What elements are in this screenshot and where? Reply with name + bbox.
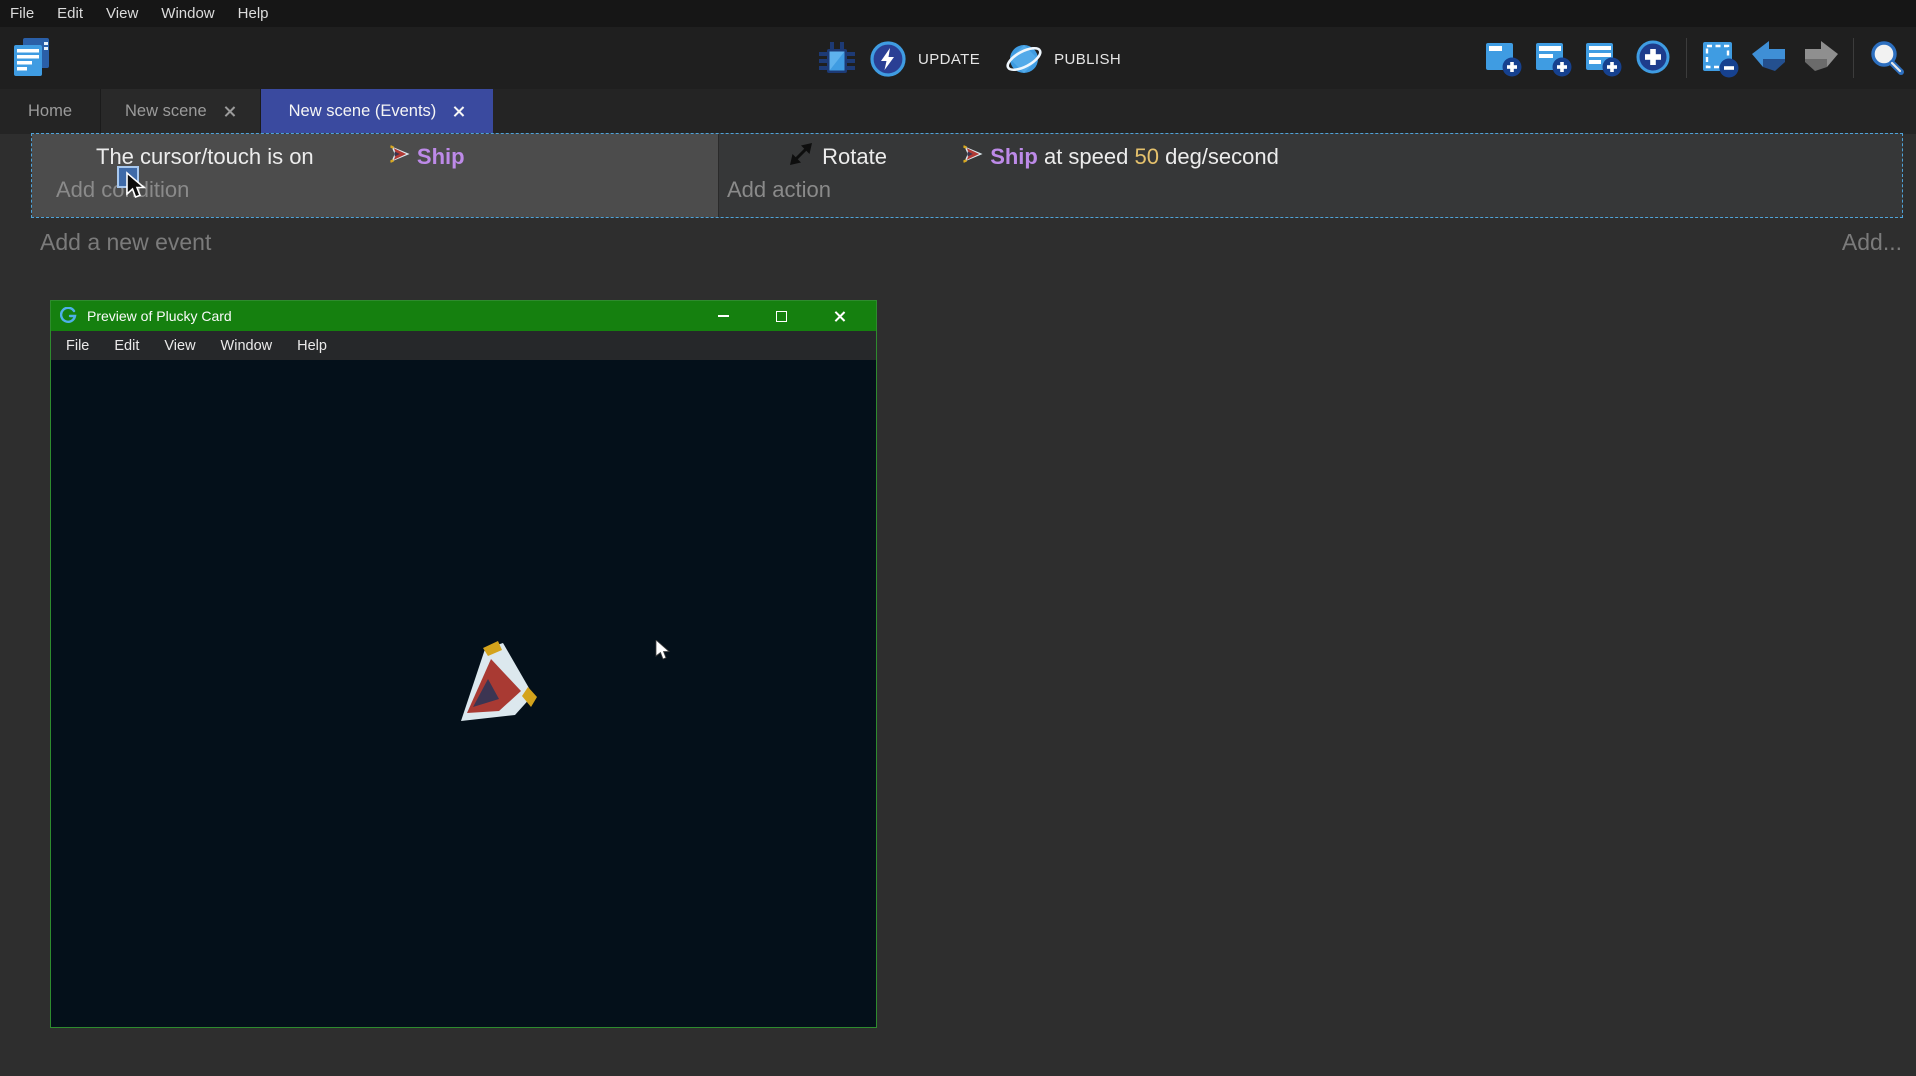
undo-icon bbox=[1749, 37, 1791, 79]
gdevelop-logo-icon bbox=[60, 307, 78, 325]
remove-selection-icon bbox=[1699, 37, 1741, 79]
game-canvas[interactable] bbox=[51, 360, 876, 1027]
add-circle-button[interactable] bbox=[1632, 37, 1674, 79]
add-new-event-button[interactable]: Add a new event bbox=[40, 229, 211, 256]
add-event-icon bbox=[1482, 37, 1524, 79]
publish-label[interactable]: PUBLISH bbox=[1054, 51, 1121, 68]
preview-titlebar[interactable]: Preview of Plucky Card bbox=[51, 301, 876, 331]
search-icon bbox=[1866, 37, 1908, 79]
action-value: 50 bbox=[1135, 144, 1159, 170]
mouse-cursor-icon bbox=[655, 640, 671, 667]
minimize-icon bbox=[718, 315, 729, 317]
event-conditions-column: The cursor/touch is on Ship Add conditio… bbox=[32, 134, 718, 217]
preview-window-title: Preview of Plucky Card bbox=[87, 308, 232, 324]
tab-home-label: Home bbox=[28, 102, 72, 121]
tab-close-icon[interactable] bbox=[452, 105, 465, 118]
toolbar-center-group: UPDATE PUBLISH bbox=[816, 38, 1135, 80]
redo-button[interactable] bbox=[1799, 37, 1841, 79]
add-circle-icon bbox=[1632, 37, 1674, 79]
remove-selection-button[interactable] bbox=[1699, 37, 1741, 79]
add-comment-button[interactable] bbox=[1582, 37, 1624, 79]
tab-close-icon[interactable] bbox=[223, 105, 236, 118]
ship-object-icon bbox=[902, 118, 983, 196]
toolbar-separator bbox=[1853, 38, 1854, 78]
maximize-button[interactable] bbox=[769, 305, 793, 327]
menu-edit[interactable]: Edit bbox=[57, 5, 83, 22]
tab-new-scene-label: New scene bbox=[125, 102, 207, 121]
update-icon bbox=[869, 40, 907, 78]
action-unit: deg/second bbox=[1159, 144, 1279, 170]
action-verb: Rotate bbox=[822, 144, 893, 170]
update-label[interactable]: UPDATE bbox=[918, 51, 980, 68]
preview-menu-window[interactable]: Window bbox=[221, 338, 273, 354]
publish-icon bbox=[1004, 39, 1044, 79]
tab-home[interactable]: Home bbox=[0, 89, 100, 134]
cursor-on-object-icon bbox=[56, 140, 90, 174]
maximize-icon bbox=[776, 311, 787, 322]
debug-button[interactable] bbox=[816, 38, 858, 80]
preview-window-controls bbox=[711, 305, 867, 327]
event-row[interactable]: The cursor/touch is on Ship Add conditio… bbox=[31, 133, 1903, 218]
search-button[interactable] bbox=[1866, 37, 1908, 79]
project-manager-icon bbox=[10, 35, 54, 81]
event-actions-column: Rotate Ship at speed 50 deg/second Add a… bbox=[718, 134, 1902, 217]
action-text: at speed bbox=[1038, 144, 1135, 170]
menu-file[interactable]: File bbox=[10, 5, 34, 22]
tab-new-scene[interactable]: New scene bbox=[100, 89, 261, 134]
toolbar-separator bbox=[1686, 38, 1687, 78]
toolbar-right-group bbox=[1482, 37, 1908, 79]
close-icon bbox=[833, 310, 846, 323]
app-menubar: File Edit View Window Help bbox=[0, 0, 1916, 27]
close-button[interactable] bbox=[827, 305, 851, 327]
update-button[interactable] bbox=[867, 38, 909, 80]
preview-menu-file[interactable]: File bbox=[66, 338, 89, 354]
preview-menu-edit[interactable]: Edit bbox=[114, 338, 139, 354]
redo-icon bbox=[1799, 37, 1841, 79]
condition-object-name: Ship bbox=[417, 144, 465, 170]
add-subevent-icon bbox=[1532, 37, 1574, 79]
action-object-name: Ship bbox=[990, 144, 1038, 170]
preview-menu-view[interactable]: View bbox=[164, 338, 195, 354]
menu-help[interactable]: Help bbox=[238, 5, 269, 22]
undo-button[interactable] bbox=[1749, 37, 1791, 79]
minimize-button[interactable] bbox=[711, 305, 735, 327]
ship-object-icon bbox=[329, 118, 410, 196]
condition-item[interactable]: The cursor/touch is on Ship bbox=[56, 139, 708, 175]
add-event-button[interactable] bbox=[1482, 37, 1524, 79]
preview-menu-help[interactable]: Help bbox=[297, 338, 327, 354]
publish-button[interactable] bbox=[1003, 38, 1045, 80]
debug-icon bbox=[816, 38, 858, 80]
main-toolbar: UPDATE PUBLISH bbox=[0, 27, 1916, 89]
preview-menubar: File Edit View Window Help bbox=[51, 331, 876, 360]
project-manager-button[interactable] bbox=[10, 35, 54, 81]
add-ellipsis-button[interactable]: Add... bbox=[1842, 229, 1902, 256]
preview-window[interactable]: Preview of Plucky Card File Edit View Wi… bbox=[50, 300, 877, 1028]
menu-view[interactable]: View bbox=[106, 5, 138, 22]
add-comment-icon bbox=[1582, 37, 1624, 79]
add-subevent-button[interactable] bbox=[1532, 37, 1574, 79]
action-item[interactable]: Rotate Ship at speed 50 deg/second bbox=[727, 139, 1892, 175]
ship-sprite bbox=[451, 636, 541, 737]
menu-window[interactable]: Window bbox=[161, 5, 214, 22]
